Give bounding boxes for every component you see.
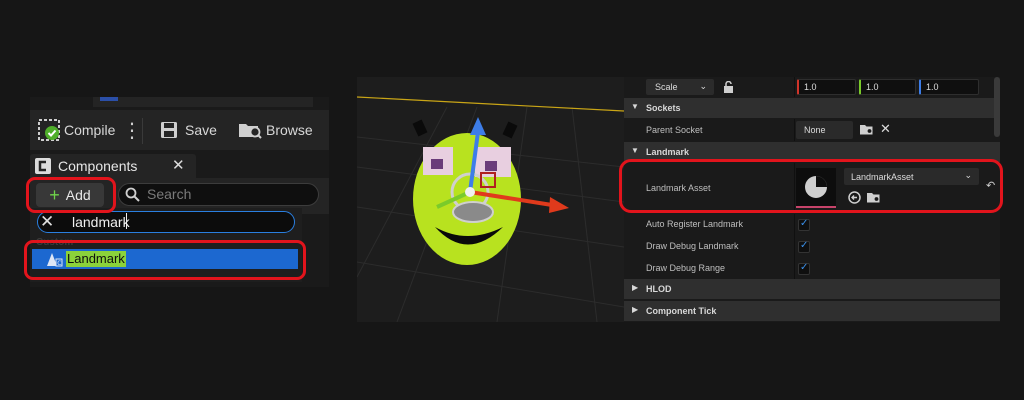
highlight-ring-result xyxy=(24,240,306,280)
category-sockets[interactable]: ▼ Sockets xyxy=(624,98,1000,118)
components-icon xyxy=(35,158,51,174)
highlight-ring-add xyxy=(26,177,116,213)
scale-row: Scale ⌄ 1.0 1.0 1.0 xyxy=(624,77,1000,97)
landmark-category-label: Landmark xyxy=(646,147,690,157)
collapsed-arrow-icon: ▶ xyxy=(632,283,639,292)
auto-register-checkbox[interactable]: ✓ xyxy=(798,218,810,231)
search-placeholder: Search xyxy=(147,186,192,202)
category-hlod[interactable]: ▶ HLOD xyxy=(624,279,1000,299)
draw-debug-range-label: Draw Debug Range xyxy=(646,263,726,273)
parent-socket-field[interactable]: None xyxy=(796,121,853,139)
browse-label: Browse xyxy=(266,122,313,138)
column-divider xyxy=(794,119,795,141)
expand-arrow-icon: ▼ xyxy=(631,102,639,111)
text-cursor xyxy=(126,213,127,229)
scale-x-field[interactable]: 1.0 xyxy=(797,79,856,95)
collapsed-arrow-icon: ▶ xyxy=(632,305,639,314)
column-divider xyxy=(794,258,795,280)
auto-register-label: Auto Register Landmark xyxy=(646,219,744,229)
highlight-ring-landmark-asset xyxy=(619,159,1003,213)
browse-button[interactable]: Browse xyxy=(238,110,313,150)
column-divider xyxy=(794,236,795,258)
viewport-scene xyxy=(357,96,624,322)
chevron-down-icon: ⌄ xyxy=(699,81,707,91)
column-divider xyxy=(794,77,795,97)
save-button[interactable]: Save xyxy=(160,110,217,150)
blueprint-toolbar: Compile ⋮ Save Browse xyxy=(30,110,329,150)
scale-y-field[interactable]: 1.0 xyxy=(859,79,916,95)
category-component-tick[interactable]: ▶ Component Tick xyxy=(624,301,1000,321)
scale-z-field[interactable]: 1.0 xyxy=(919,79,979,95)
scale-dropdown-label: Scale xyxy=(655,82,678,92)
filter-text: landmark xyxy=(72,214,130,230)
scale-z-value: 1.0 xyxy=(926,82,939,92)
scale-dropdown[interactable]: Scale ⌄ xyxy=(646,79,714,95)
save-label: Save xyxy=(185,122,217,138)
parent-socket-label: Parent Socket xyxy=(646,125,703,135)
world-axis-line xyxy=(357,96,624,112)
document-tab-strip xyxy=(93,97,313,107)
active-tab-indicator xyxy=(100,97,118,101)
save-icon xyxy=(161,122,177,138)
expand-arrow-icon: ▼ xyxy=(631,146,639,155)
draw-debug-landmark-row: Draw Debug Landmark ✓ xyxy=(624,236,1000,258)
component-tick-category-label: Component Tick xyxy=(646,306,717,316)
parent-socket-value: None xyxy=(804,125,826,135)
close-icon[interactable]: ✕ xyxy=(172,156,185,174)
clear-filter-icon[interactable]: ✕ xyxy=(40,212,54,232)
unlock-icon[interactable] xyxy=(723,81,734,93)
compile-label: Compile xyxy=(64,122,116,138)
draw-debug-landmark-label: Draw Debug Landmark xyxy=(646,241,739,251)
search-icon xyxy=(125,187,140,202)
check-icon: ✓ xyxy=(800,262,809,273)
sockets-category-label: Sockets xyxy=(646,103,681,113)
draw-debug-range-checkbox[interactable]: ✓ xyxy=(798,262,810,275)
compile-button[interactable]: Compile xyxy=(38,110,115,150)
auto-register-row: Auto Register Landmark ✓ xyxy=(624,214,1000,236)
compile-icon xyxy=(38,119,60,141)
scale-y-value: 1.0 xyxy=(866,82,879,92)
column-divider xyxy=(794,214,795,236)
components-tab-title: Components xyxy=(58,158,138,174)
more-options-icon[interactable]: ⋮ xyxy=(122,110,142,150)
browse-icon xyxy=(239,124,262,139)
draw-debug-landmark-checkbox[interactable]: ✓ xyxy=(798,240,810,253)
draw-debug-range-row: Draw Debug Range ✓ xyxy=(624,258,1000,280)
scale-x-value: 1.0 xyxy=(804,82,817,92)
check-icon: ✓ xyxy=(800,240,809,251)
parent-socket-row: Parent Socket None ✕ xyxy=(624,119,1000,141)
details-scrollbar[interactable] xyxy=(994,77,1000,137)
hlod-category-label: HLOD xyxy=(646,284,672,294)
check-icon: ✓ xyxy=(800,218,809,229)
level-viewport[interactable] xyxy=(357,77,624,322)
toolbar-divider xyxy=(142,118,143,144)
socket-browse-icon[interactable] xyxy=(860,124,874,136)
clear-icon[interactable]: ✕ xyxy=(880,121,891,137)
